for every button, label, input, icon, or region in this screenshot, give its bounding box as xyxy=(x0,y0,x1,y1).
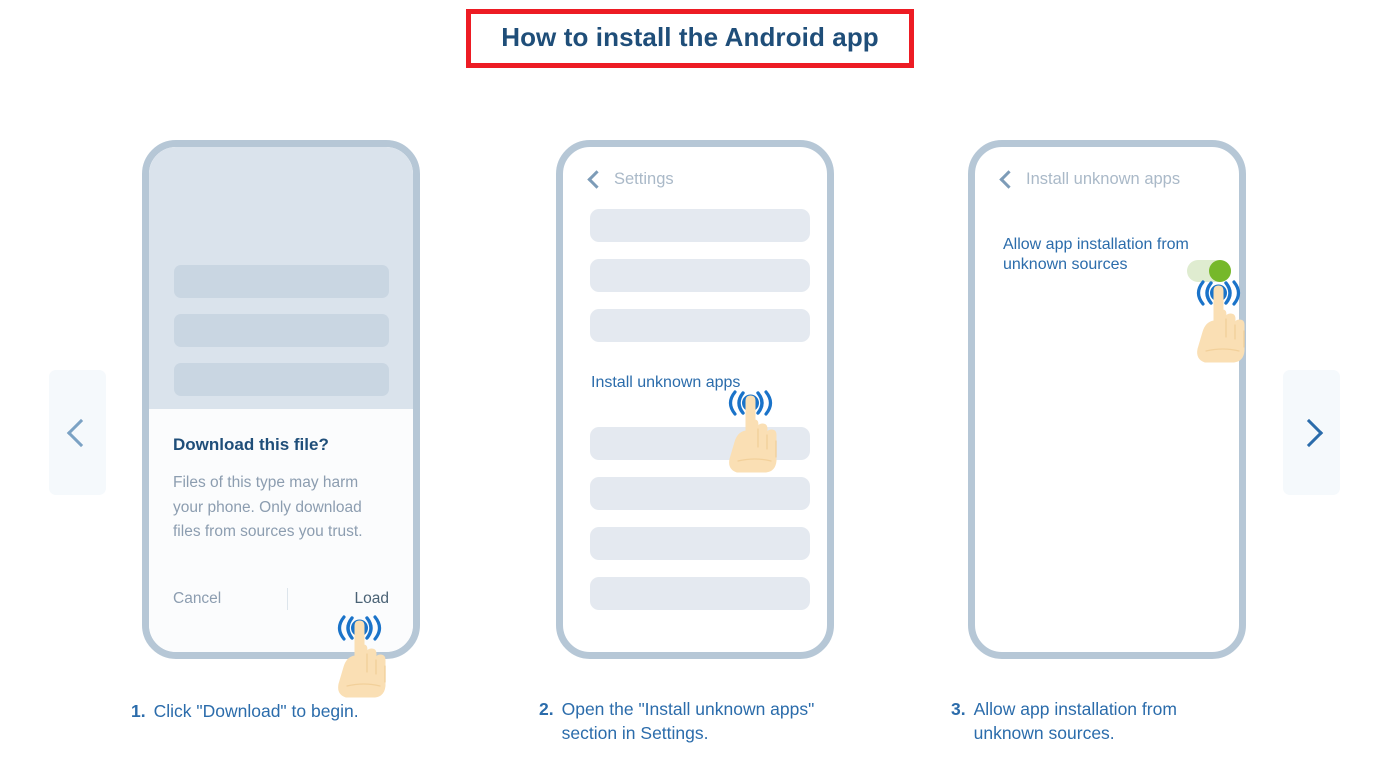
step-caption-2: 2. Open the "Install unknown apps" secti… xyxy=(539,698,839,745)
settings-header[interactable]: Settings xyxy=(587,170,674,189)
allow-installation-label: Allow app installation from unknown sour… xyxy=(1003,236,1189,274)
placeholder-row xyxy=(590,527,810,560)
dialog-body: Files of this type may harm your phone. … xyxy=(173,474,363,541)
step-number-2: 2. xyxy=(539,699,554,719)
step-number-3: 3. xyxy=(951,699,966,719)
step-caption-text-1: Click "Download" to begin. xyxy=(153,701,359,721)
placeholder-row xyxy=(590,577,810,610)
chevron-left-icon xyxy=(999,170,1018,189)
placeholder-row xyxy=(174,363,389,396)
tap-hand-icon xyxy=(722,387,796,477)
dimmed-app-backdrop xyxy=(149,147,413,409)
phone-mockup-step-3: Install unknown apps Allow app installat… xyxy=(968,140,1246,659)
phone-screen-step-1: Download this file? Files of this type m… xyxy=(149,147,413,652)
dialog-actions: Cancel Load xyxy=(173,588,389,610)
step-caption-1: 1. Click "Download" to begin. xyxy=(131,700,451,724)
carousel-next-button[interactable] xyxy=(1283,370,1340,495)
chevron-right-icon xyxy=(1294,418,1323,447)
dialog-divider xyxy=(287,588,289,610)
step-caption-3: 3. Allow app installation from unknown s… xyxy=(951,698,1251,745)
settings-header-title: Settings xyxy=(614,170,674,188)
tap-hand-icon xyxy=(1190,277,1264,367)
install-unknown-apps-header-title: Install unknown apps xyxy=(1026,170,1181,188)
install-unknown-apps-item[interactable]: Install unknown apps xyxy=(591,373,740,393)
step-caption-text-2: Open the "Install unknown apps" section … xyxy=(561,699,815,743)
chevron-left-icon xyxy=(66,418,95,447)
step-caption-text-3: Allow app installation from unknown sour… xyxy=(973,699,1177,743)
phone-mockup-step-1: Download this file? Files of this type m… xyxy=(142,140,420,659)
placeholder-row xyxy=(590,209,810,242)
placeholder-row xyxy=(590,477,810,510)
carousel-prev-button[interactable] xyxy=(49,370,106,495)
placeholder-row xyxy=(174,265,389,298)
phone-screen-step-3: Install unknown apps Allow app installat… xyxy=(975,147,1239,652)
step-number-1: 1. xyxy=(131,701,146,721)
chevron-left-icon xyxy=(587,170,606,189)
tap-hand-icon xyxy=(331,612,405,702)
page-title-box: How to install the Android app xyxy=(466,9,914,68)
placeholder-row xyxy=(174,314,389,347)
dialog-title: Download this file? xyxy=(173,435,329,454)
page-header: How to install the Android app xyxy=(0,0,1380,68)
placeholder-row xyxy=(590,309,810,342)
install-unknown-apps-header[interactable]: Install unknown apps xyxy=(999,170,1181,189)
page-title: How to install the Android app xyxy=(501,22,879,52)
cancel-button[interactable]: Cancel xyxy=(173,591,221,607)
placeholder-row xyxy=(590,259,810,292)
load-button[interactable]: Load xyxy=(355,591,389,607)
